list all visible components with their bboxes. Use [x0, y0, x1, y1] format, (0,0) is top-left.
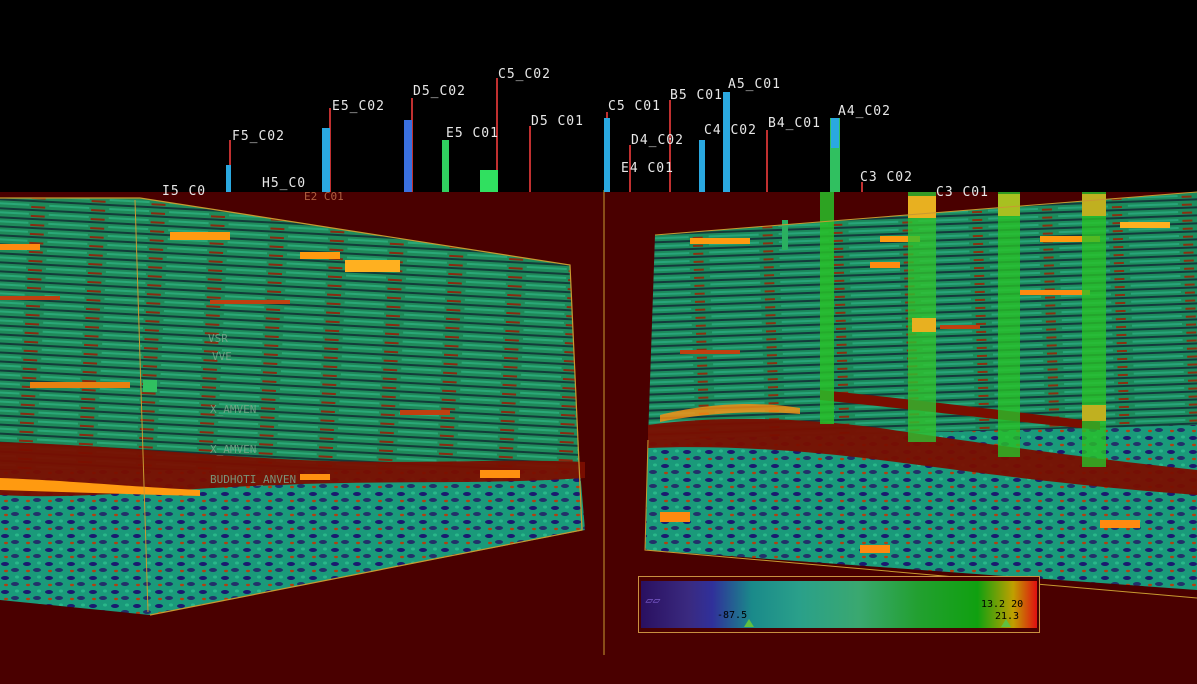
well-label: H5_C0 — [262, 176, 306, 191]
well-label: C5 C01 — [608, 99, 661, 114]
horizon-label: VVE — [212, 350, 232, 363]
well-label: E5 C01 — [446, 126, 499, 141]
well-label: C3 C02 — [860, 170, 913, 185]
well-label: F5_C02 — [232, 129, 285, 144]
well-label: C3 C01 — [936, 185, 989, 200]
right-seismic-volume[interactable] — [644, 191, 1197, 599]
horizon-label: BUDHOTI_ANVEN — [210, 473, 296, 486]
horizon-label: X_AMVEN — [210, 443, 256, 456]
well-label: I5 C0 — [162, 184, 206, 199]
well-label: D5 C01 — [531, 114, 584, 129]
well-label: E5_C02 — [332, 99, 385, 114]
well-sticks — [226, 78, 863, 192]
horizon-label: X_AMVEN — [210, 403, 256, 416]
well-label: C5_C02 — [498, 67, 551, 82]
well-label: B4_C01 — [768, 116, 821, 131]
well-labels: C5_C02 A5_C01 D5_C02 B5 C01 E5_C02 C5 C0… — [162, 67, 989, 203]
amplitude-colorbar[interactable]: ▱▱ -87.5 13.2 20 21.3 — [638, 576, 1040, 633]
colorbar-min-label: -87.5 — [717, 610, 748, 621]
well-label: D5_C02 — [413, 84, 466, 99]
well-label: A4_C02 — [838, 104, 891, 119]
colorbar-max-label: 13.2 20 — [981, 599, 1024, 610]
well-label: B5 C01 — [670, 88, 723, 103]
colorbar-logo: ▱▱ — [644, 593, 662, 607]
well-label: E2 C01 — [304, 190, 344, 203]
well-label: C4 C02 — [704, 123, 757, 138]
well-label: A5_C01 — [728, 77, 781, 92]
horizon-label: VSR — [208, 332, 228, 345]
viewport-3d[interactable]: C5_C02 A5_C01 D5_C02 B5 C01 E5_C02 C5 C0… — [0, 0, 1197, 684]
colorbar-max-handle[interactable] — [1001, 619, 1011, 627]
colorbar-min-handle[interactable] — [744, 619, 754, 627]
left-seismic-volume[interactable] — [0, 197, 585, 616]
colorbar-gradient — [641, 581, 1037, 628]
well-label: D4_C02 — [631, 133, 684, 148]
well-label: E4 C01 — [621, 161, 674, 176]
